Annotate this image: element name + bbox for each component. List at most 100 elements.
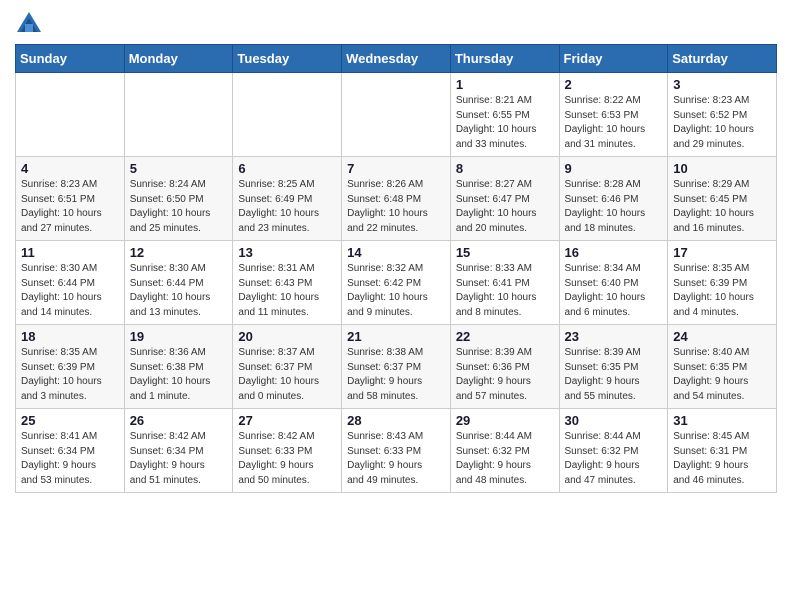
calendar-week-row: 1Sunrise: 8:21 AM Sunset: 6:55 PM Daylig… — [16, 73, 777, 157]
day-number: 16 — [565, 245, 663, 260]
day-info: Sunrise: 8:30 AM Sunset: 6:44 PM Dayligh… — [130, 262, 228, 320]
day-info: Sunrise: 8:36 AM Sunset: 6:38 PM Dayligh… — [130, 346, 228, 404]
calendar-table: SundayMondayTuesdayWednesdayThursdayFrid… — [15, 44, 777, 493]
day-of-week-header: Sunday — [16, 45, 125, 73]
day-info: Sunrise: 8:28 AM Sunset: 6:46 PM Dayligh… — [565, 178, 663, 236]
day-of-week-header: Monday — [124, 45, 233, 73]
calendar-cell: 22Sunrise: 8:39 AM Sunset: 6:36 PM Dayli… — [450, 325, 559, 409]
calendar-cell: 12 Sunrise: 8:30 AM Sunset: 6:44 PM Dayli… — [124, 241, 233, 325]
day-number: 5 — [130, 161, 228, 176]
calendar-cell: 20 Sunrise: 8:37 AM Sunset: 6:37 PM Dayli… — [233, 325, 342, 409]
calendar-header-row: SundayMondayTuesdayWednesdayThursdayFrid… — [16, 45, 777, 73]
day-number: 26 — [130, 413, 228, 428]
day-number: 14 — [347, 245, 445, 260]
calendar-cell: 24 Sunrise: 8:40 AM Sunset: 6:35 PM Dayli… — [668, 325, 777, 409]
calendar-cell: 2 Sunrise: 8:22 AM Sunset: 6:53 PM Daylig… — [559, 73, 668, 157]
day-number: 17 — [673, 245, 771, 260]
calendar-cell — [16, 73, 125, 157]
day-number: 19 — [130, 329, 228, 344]
day-info: Sunrise: 8:29 AM Sunset: 6:45 PM Dayligh… — [673, 178, 771, 236]
day-number: 22 — [456, 329, 554, 344]
day-number: 6 — [238, 161, 336, 176]
calendar-cell: 29Sunrise: 8:44 AM Sunset: 6:32 PM Dayli… — [450, 409, 559, 493]
day-number: 13 — [238, 245, 336, 260]
day-of-week-header: Wednesday — [342, 45, 451, 73]
calendar-cell: 30Sunrise: 8:44 AM Sunset: 6:32 PM Dayli… — [559, 409, 668, 493]
day-info: Sunrise: 8:30 AM Sunset: 6:44 PM Dayligh… — [21, 262, 119, 320]
day-number: 18 — [21, 329, 119, 344]
calendar-cell: 23 Sunrise: 8:39 AM Sunset: 6:35 PM Dayli… — [559, 325, 668, 409]
calendar-cell: 31Sunrise: 8:45 AM Sunset: 6:31 PM Dayli… — [668, 409, 777, 493]
day-number: 28 — [347, 413, 445, 428]
day-number: 20 — [238, 329, 336, 344]
calendar-cell — [124, 73, 233, 157]
calendar-cell: 25 Sunrise: 8:41 AM Sunset: 6:34 PM Dayli… — [16, 409, 125, 493]
day-number: 27 — [238, 413, 336, 428]
calendar-cell: 16Sunrise: 8:34 AM Sunset: 6:40 PM Dayli… — [559, 241, 668, 325]
calendar-cell — [342, 73, 451, 157]
calendar-cell: 26 Sunrise: 8:42 AM Sunset: 6:34 PM Dayli… — [124, 409, 233, 493]
day-info: Sunrise: 8:38 AM Sunset: 6:37 PM Dayligh… — [347, 346, 445, 404]
header — [15, 10, 777, 38]
day-number: 15 — [456, 245, 554, 260]
day-info: Sunrise: 8:41 AM Sunset: 6:34 PM Dayligh… — [21, 430, 119, 488]
calendar-week-row: 25 Sunrise: 8:41 AM Sunset: 6:34 PM Dayli… — [16, 409, 777, 493]
calendar-week-row: 18 Sunrise: 8:35 AM Sunset: 6:39 PM Dayli… — [16, 325, 777, 409]
day-info: Sunrise: 8:40 AM Sunset: 6:35 PM Dayligh… — [673, 346, 771, 404]
day-of-week-header: Saturday — [668, 45, 777, 73]
day-number: 8 — [456, 161, 554, 176]
day-number: 10 — [673, 161, 771, 176]
logo-icon — [15, 10, 43, 38]
day-info: Sunrise: 8:35 AM Sunset: 6:39 PM Dayligh… — [673, 262, 771, 320]
calendar-cell: 21Sunrise: 8:38 AM Sunset: 6:37 PM Dayli… — [342, 325, 451, 409]
calendar-cell: 6 Sunrise: 8:25 AM Sunset: 6:49 PM Daylig… — [233, 157, 342, 241]
day-number: 3 — [673, 77, 771, 92]
day-of-week-header: Tuesday — [233, 45, 342, 73]
day-info: Sunrise: 8:24 AM Sunset: 6:50 PM Dayligh… — [130, 178, 228, 236]
day-info: Sunrise: 8:42 AM Sunset: 6:34 PM Dayligh… — [130, 430, 228, 488]
day-of-week-header: Thursday — [450, 45, 559, 73]
day-info: Sunrise: 8:26 AM Sunset: 6:48 PM Dayligh… — [347, 178, 445, 236]
day-info: Sunrise: 8:35 AM Sunset: 6:39 PM Dayligh… — [21, 346, 119, 404]
day-info: Sunrise: 8:43 AM Sunset: 6:33 PM Dayligh… — [347, 430, 445, 488]
calendar-cell: 5 Sunrise: 8:24 AM Sunset: 6:50 PM Daylig… — [124, 157, 233, 241]
day-number: 9 — [565, 161, 663, 176]
day-number: 7 — [347, 161, 445, 176]
day-info: Sunrise: 8:39 AM Sunset: 6:35 PM Dayligh… — [565, 346, 663, 404]
calendar-week-row: 11 Sunrise: 8:30 AM Sunset: 6:44 PM Dayli… — [16, 241, 777, 325]
calendar-cell: 4Sunrise: 8:23 AM Sunset: 6:51 PM Daylig… — [16, 157, 125, 241]
calendar-cell: 1Sunrise: 8:21 AM Sunset: 6:55 PM Daylig… — [450, 73, 559, 157]
calendar-cell: 28 Sunrise: 8:43 AM Sunset: 6:33 PM Dayli… — [342, 409, 451, 493]
calendar-cell: 17 Sunrise: 8:35 AM Sunset: 6:39 PM Dayli… — [668, 241, 777, 325]
day-info: Sunrise: 8:37 AM Sunset: 6:37 PM Dayligh… — [238, 346, 336, 404]
calendar-cell: 13Sunrise: 8:31 AM Sunset: 6:43 PM Dayli… — [233, 241, 342, 325]
day-info: Sunrise: 8:44 AM Sunset: 6:32 PM Dayligh… — [565, 430, 663, 488]
day-info: Sunrise: 8:21 AM Sunset: 6:55 PM Dayligh… — [456, 94, 554, 152]
logo-area — [15, 10, 47, 38]
calendar-week-row: 4Sunrise: 8:23 AM Sunset: 6:51 PM Daylig… — [16, 157, 777, 241]
day-info: Sunrise: 8:27 AM Sunset: 6:47 PM Dayligh… — [456, 178, 554, 236]
day-info: Sunrise: 8:33 AM Sunset: 6:41 PM Dayligh… — [456, 262, 554, 320]
day-number: 24 — [673, 329, 771, 344]
day-number: 2 — [565, 77, 663, 92]
day-info: Sunrise: 8:25 AM Sunset: 6:49 PM Dayligh… — [238, 178, 336, 236]
calendar-cell: 27 Sunrise: 8:42 AM Sunset: 6:33 PM Dayli… — [233, 409, 342, 493]
day-info: Sunrise: 8:32 AM Sunset: 6:42 PM Dayligh… — [347, 262, 445, 320]
day-info: Sunrise: 8:22 AM Sunset: 6:53 PM Dayligh… — [565, 94, 663, 152]
day-info: Sunrise: 8:42 AM Sunset: 6:33 PM Dayligh… — [238, 430, 336, 488]
calendar-cell: 11 Sunrise: 8:30 AM Sunset: 6:44 PM Dayli… — [16, 241, 125, 325]
day-number: 29 — [456, 413, 554, 428]
day-number: 25 — [21, 413, 119, 428]
calendar-cell — [233, 73, 342, 157]
day-number: 11 — [21, 245, 119, 260]
calendar-cell: 19 Sunrise: 8:36 AM Sunset: 6:38 PM Dayli… — [124, 325, 233, 409]
calendar-cell: 3 Sunrise: 8:23 AM Sunset: 6:52 PM Daylig… — [668, 73, 777, 157]
day-info: Sunrise: 8:23 AM Sunset: 6:52 PM Dayligh… — [673, 94, 771, 152]
calendar-cell: 8 Sunrise: 8:27 AM Sunset: 6:47 PM Daylig… — [450, 157, 559, 241]
day-number: 23 — [565, 329, 663, 344]
calendar-cell: 18 Sunrise: 8:35 AM Sunset: 6:39 PM Dayli… — [16, 325, 125, 409]
calendar-cell: 14 Sunrise: 8:32 AM Sunset: 6:42 PM Dayli… — [342, 241, 451, 325]
day-number: 12 — [130, 245, 228, 260]
day-of-week-header: Friday — [559, 45, 668, 73]
day-number: 31 — [673, 413, 771, 428]
